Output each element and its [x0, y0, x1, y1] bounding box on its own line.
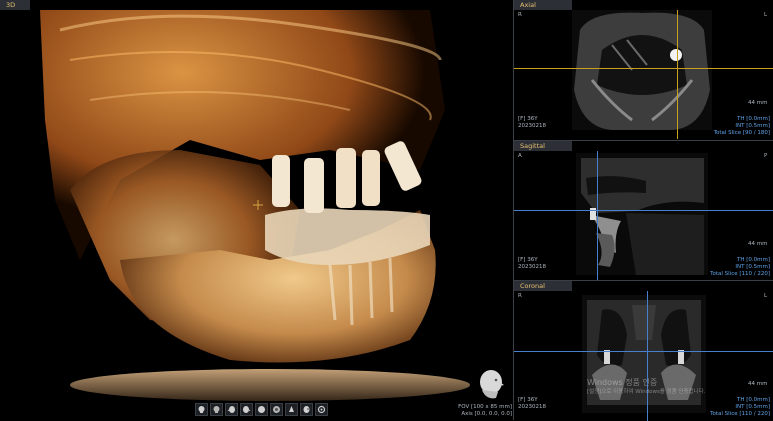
fov-info: FOV [100 x 85 mm] Axis [0.0, 0.0, 0.0]: [450, 404, 512, 418]
interval-text: INT [0.5mm]: [735, 123, 770, 129]
pane-title-text: Axial: [520, 1, 536, 9]
axial-right-marker: L: [764, 12, 768, 18]
view-oblique-button[interactable]: [285, 403, 298, 416]
sagittal-info-right: TH [0.0mm] INT [0.5mm] Total Slice [110 …: [710, 257, 770, 278]
axial-info-right: TH [0.0mm] INT [0.5mm] Total Slice [90 /…: [714, 116, 770, 137]
view-back-button[interactable]: [210, 403, 223, 416]
view-iso-button[interactable]: [300, 403, 313, 416]
slice-count-text: Total Slice [110 / 220]: [710, 411, 770, 417]
patient-info: [F] 36Y: [518, 257, 538, 263]
study-date: 20230218: [518, 404, 546, 410]
pane-title-text: Coronal: [520, 282, 545, 290]
thickness-text: TH [0.0mm]: [737, 257, 770, 263]
view-reset-button[interactable]: [315, 403, 328, 416]
coronal-crosshair-v[interactable]: [647, 291, 648, 421]
axial-info-left: [F] 36Y 20230218: [518, 116, 546, 130]
sagittal-crosshair-h[interactable]: [514, 210, 773, 211]
view-top-icon: [258, 406, 265, 413]
thickness-text: TH [0.0mm]: [737, 116, 770, 122]
view-back-icon: [213, 406, 220, 413]
axial-scale: 44 mm: [748, 100, 768, 106]
fov-text: FOV [100 x 85 mm]: [458, 404, 512, 410]
pane-title-text: Sagittal: [520, 142, 545, 150]
coronal-pane[interactable]: Coronal R L 44 mm [F] 36Y 20230218 TH [0…: [514, 280, 773, 421]
watermark-title: Windows 정품 인증: [587, 378, 658, 387]
coronal-left-marker: R: [518, 293, 522, 299]
view-left-icon: [227, 406, 235, 413]
sagittal-right-marker: P: [764, 153, 768, 159]
view-orientation-toolbar: [195, 403, 328, 416]
view-front-icon: [198, 406, 205, 413]
coronal-info-right: TH [0.0mm] INT [0.5mm] Total Slice [110 …: [710, 397, 770, 418]
coronal-right-marker: L: [764, 293, 768, 299]
study-date: 20230218: [518, 264, 546, 270]
patient-info: [F] 36Y: [518, 116, 538, 122]
windows-activation-watermark: Windows 정품 인증 [설정]으로 이동하여 Windows를 정품 인증…: [587, 378, 706, 396]
sagittal-scale: 44 mm: [748, 241, 768, 247]
interval-text: INT [0.5mm]: [735, 264, 770, 270]
sagittal-crosshair-v[interactable]: [597, 151, 598, 280]
pane-title-sagittal: Sagittal: [514, 141, 572, 151]
pane-title-coronal: Coronal: [514, 281, 572, 291]
axis-text: Axis [0.0, 0.0, 0.0]: [461, 411, 512, 417]
watermark-subtitle: [설정]으로 이동하여 Windows를 정품 인증합니다.: [587, 389, 706, 395]
view-bottom-icon: [273, 406, 280, 413]
skull-render-image: [40, 10, 470, 401]
view-oblique-icon: [289, 406, 294, 412]
view-reset-icon: [317, 405, 326, 414]
slice-count-text: Total Slice [90 / 180]: [713, 130, 770, 136]
patient-info: [F] 36Y: [518, 397, 538, 403]
view-left-button[interactable]: [225, 403, 238, 416]
sagittal-left-marker: A: [518, 153, 522, 159]
pane-title-axial: Axial: [514, 0, 572, 10]
thickness-text: TH [0.0mm]: [737, 397, 770, 403]
view-3d-pane[interactable]: 3D FOV [100 x 85 mm] Axis [0.0, 0.0, 0.0…: [0, 0, 513, 420]
view-iso-icon: [303, 406, 310, 413]
head-orientation-icon[interactable]: [476, 368, 506, 400]
sagittal-pane[interactable]: Sagittal A P 44 mm [F] 36Y 20230218 TH […: [514, 140, 773, 280]
slice-count-text: Total Slice [110 / 220]: [710, 271, 770, 277]
axial-pane[interactable]: Axial R L 44 mm [F] 36Y 20230218 TH [0.0…: [514, 0, 773, 139]
view-bottom-button[interactable]: [270, 403, 283, 416]
view-right-button[interactable]: [240, 403, 253, 416]
sagittal-slice-image: [576, 153, 708, 275]
interval-text: INT [0.5mm]: [735, 404, 770, 410]
axial-slice-image: [572, 10, 712, 130]
coronal-info-left: [F] 36Y 20230218: [518, 397, 546, 411]
coronal-crosshair-h[interactable]: [514, 351, 773, 352]
study-date: 20230218: [518, 123, 546, 129]
view-front-button[interactable]: [195, 403, 208, 416]
coronal-scale: 44 mm: [748, 381, 768, 387]
axial-crosshair-v[interactable]: [677, 10, 678, 139]
sagittal-info-left: [F] 36Y 20230218: [518, 257, 546, 271]
view-top-button[interactable]: [255, 403, 268, 416]
view-right-icon: [243, 406, 251, 413]
axial-left-marker: R: [518, 12, 522, 18]
axial-crosshair-h[interactable]: [514, 68, 773, 69]
